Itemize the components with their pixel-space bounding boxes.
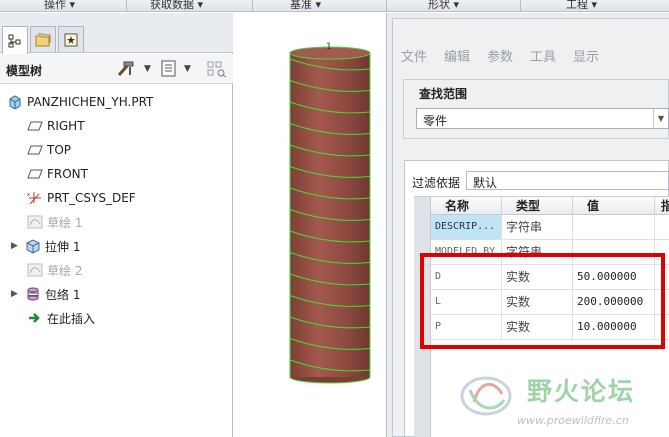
graphics-window[interactable]: 1 — [234, 13, 386, 437]
param-type-cell[interactable]: 字符串 — [502, 215, 573, 239]
column-header-value[interactable]: 值 — [573, 197, 655, 215]
tree-item-front[interactable]: FRONT — [27, 163, 88, 185]
screen: 操作 ▾ 获取数据 ▾ 基准 ▾ 形状 ▾ 工程 ▾ 模型树 ▼ ▼ PANZH… — [0, 0, 669, 437]
tree-item-label: 在此插入 — [47, 311, 96, 326]
part-icon — [7, 94, 23, 110]
tree-item-insert-here[interactable]: 在此插入 — [27, 307, 95, 329]
sketch-icon — [27, 262, 43, 278]
tree-item-label: FRONT — [47, 167, 88, 181]
ribbon-groups-bar: 操作 ▾ 获取数据 ▾ 基准 ▾ 形状 ▾ 工程 ▾ — [0, 0, 669, 12]
tree-item-extrude-1[interactable]: ▶ 拉伸 1 — [11, 235, 80, 257]
column-header-designate[interactable]: 指 — [655, 197, 669, 215]
tree-item-right[interactable]: RIGHT — [27, 115, 85, 137]
cylinder-bottom-edge — [289, 376, 371, 384]
tree-item-top[interactable]: TOP — [27, 139, 71, 161]
menu-file[interactable]: 文件 — [401, 46, 427, 65]
tree-item-csys[interactable]: x PRT_CSYS_DEF — [27, 187, 136, 209]
ribbon-separator — [252, 0, 253, 12]
tab-folder-browser[interactable] — [30, 26, 56, 52]
csys-label: 1 — [326, 42, 332, 52]
show-list-icon[interactable] — [160, 60, 178, 81]
filter-label: 过滤依据 — [412, 176, 461, 190]
ribbon-separator — [520, 0, 521, 12]
wrap-icon — [25, 286, 41, 302]
settings-tools-icon[interactable] — [116, 60, 138, 81]
highlight-annotation-box — [420, 253, 665, 349]
column-header-name[interactable]: 名称 — [431, 197, 502, 215]
watermark-url: www.proewildfire.cn — [517, 414, 629, 427]
datum-plane-icon — [27, 142, 43, 158]
tree-item-label: RIGHT — [47, 119, 85, 133]
svg-text:x: x — [27, 192, 30, 198]
helix-cylinder-model[interactable]: 1 — [234, 13, 386, 437]
ribbon-separator — [126, 0, 127, 12]
menu-display[interactable]: 显示 — [573, 46, 599, 65]
extrude-icon — [25, 238, 41, 254]
chevron-down-icon[interactable]: ▼ — [184, 64, 191, 74]
model-tree-icon — [8, 34, 21, 47]
tree-item-label: 拉伸 1 — [45, 239, 81, 254]
param-name-cell[interactable]: DESCRIP... — [431, 215, 502, 239]
tree-item-label: PANZHICHEN_YH.PRT — [27, 95, 154, 109]
datum-plane-icon — [27, 118, 43, 134]
tree-item-part[interactable]: PANZHICHEN_YH.PRT — [7, 91, 153, 113]
menu-edit[interactable]: 编辑 — [444, 46, 470, 65]
tree-item-label: 草绘 2 — [47, 263, 83, 278]
filter-select[interactable]: 默认 — [466, 171, 669, 190]
expand-arrow-icon[interactable]: ▶ — [11, 289, 25, 299]
table-row[interactable]: DESCRIP... 字符串 — [431, 215, 669, 240]
tree-item-label: 草绘 1 — [47, 215, 83, 230]
navigator-tabs — [0, 13, 233, 54]
folder-icon — [35, 33, 51, 46]
filter-grid-icon[interactable] — [206, 60, 228, 81]
cylinder-body — [290, 53, 370, 377]
chevron-down-icon[interactable]: ▼ — [653, 109, 668, 128]
tab-favorites[interactable] — [58, 26, 84, 52]
model-tree-title: 模型树 — [6, 64, 43, 78]
tree-item-label: TOP — [47, 143, 72, 157]
ribbon-group-get-data[interactable]: 获取数据 ▾ — [150, 0, 203, 12]
ribbon-group-shapes[interactable]: 形状 ▾ — [428, 0, 459, 12]
model-tree-panel: 模型树 ▼ ▼ PANZHICHEN_YH.PRT RIGHT TOP FRON… — [0, 13, 233, 437]
menu-parameters[interactable]: 参数 — [487, 46, 513, 65]
tree-item-wrap-1[interactable]: ▶ 包络 1 — [11, 283, 80, 305]
column-header-type[interactable]: 类型 — [502, 197, 573, 215]
filter-value: 默认 — [473, 176, 498, 190]
search-scope-select[interactable]: 零件 ▼ — [416, 108, 669, 129]
csys-icon: x — [27, 190, 43, 206]
favorites-icon — [64, 33, 78, 46]
ribbon-group-engineering[interactable]: 工程 ▾ — [566, 0, 597, 12]
datum-plane-icon — [27, 166, 43, 182]
insert-arrow-icon — [27, 310, 43, 326]
tab-model-tree[interactable] — [2, 26, 28, 54]
search-scope-value: 零件 — [423, 114, 448, 128]
param-value-cell[interactable] — [573, 215, 655, 239]
watermark-text: 野火论坛 — [527, 377, 636, 406]
tree-item-sketch-2[interactable]: 草绘 2 — [27, 259, 82, 281]
table-header: 名称 类型 值 指 — [431, 197, 669, 215]
watermark-logo-icon — [460, 376, 512, 416]
chevron-down-icon[interactable]: ▼ — [144, 64, 151, 74]
ribbon-separator — [386, 0, 387, 12]
search-scope-label: 查找范围 — [417, 85, 470, 102]
tree-item-label: 包络 1 — [45, 287, 81, 302]
sketch-icon — [27, 214, 43, 230]
ribbon-group-operations[interactable]: 操作 ▾ — [44, 0, 75, 12]
tree-item-sketch-1[interactable]: 草绘 1 — [27, 211, 82, 233]
tree-item-label: PRT_CSYS_DEF — [47, 191, 136, 205]
menu-tools[interactable]: 工具 — [530, 46, 556, 65]
expand-arrow-icon[interactable]: ▶ — [11, 241, 25, 251]
model-tree-header: 模型树 ▼ ▼ — [0, 54, 233, 84]
ribbon-group-datum[interactable]: 基准 ▾ — [290, 0, 321, 12]
